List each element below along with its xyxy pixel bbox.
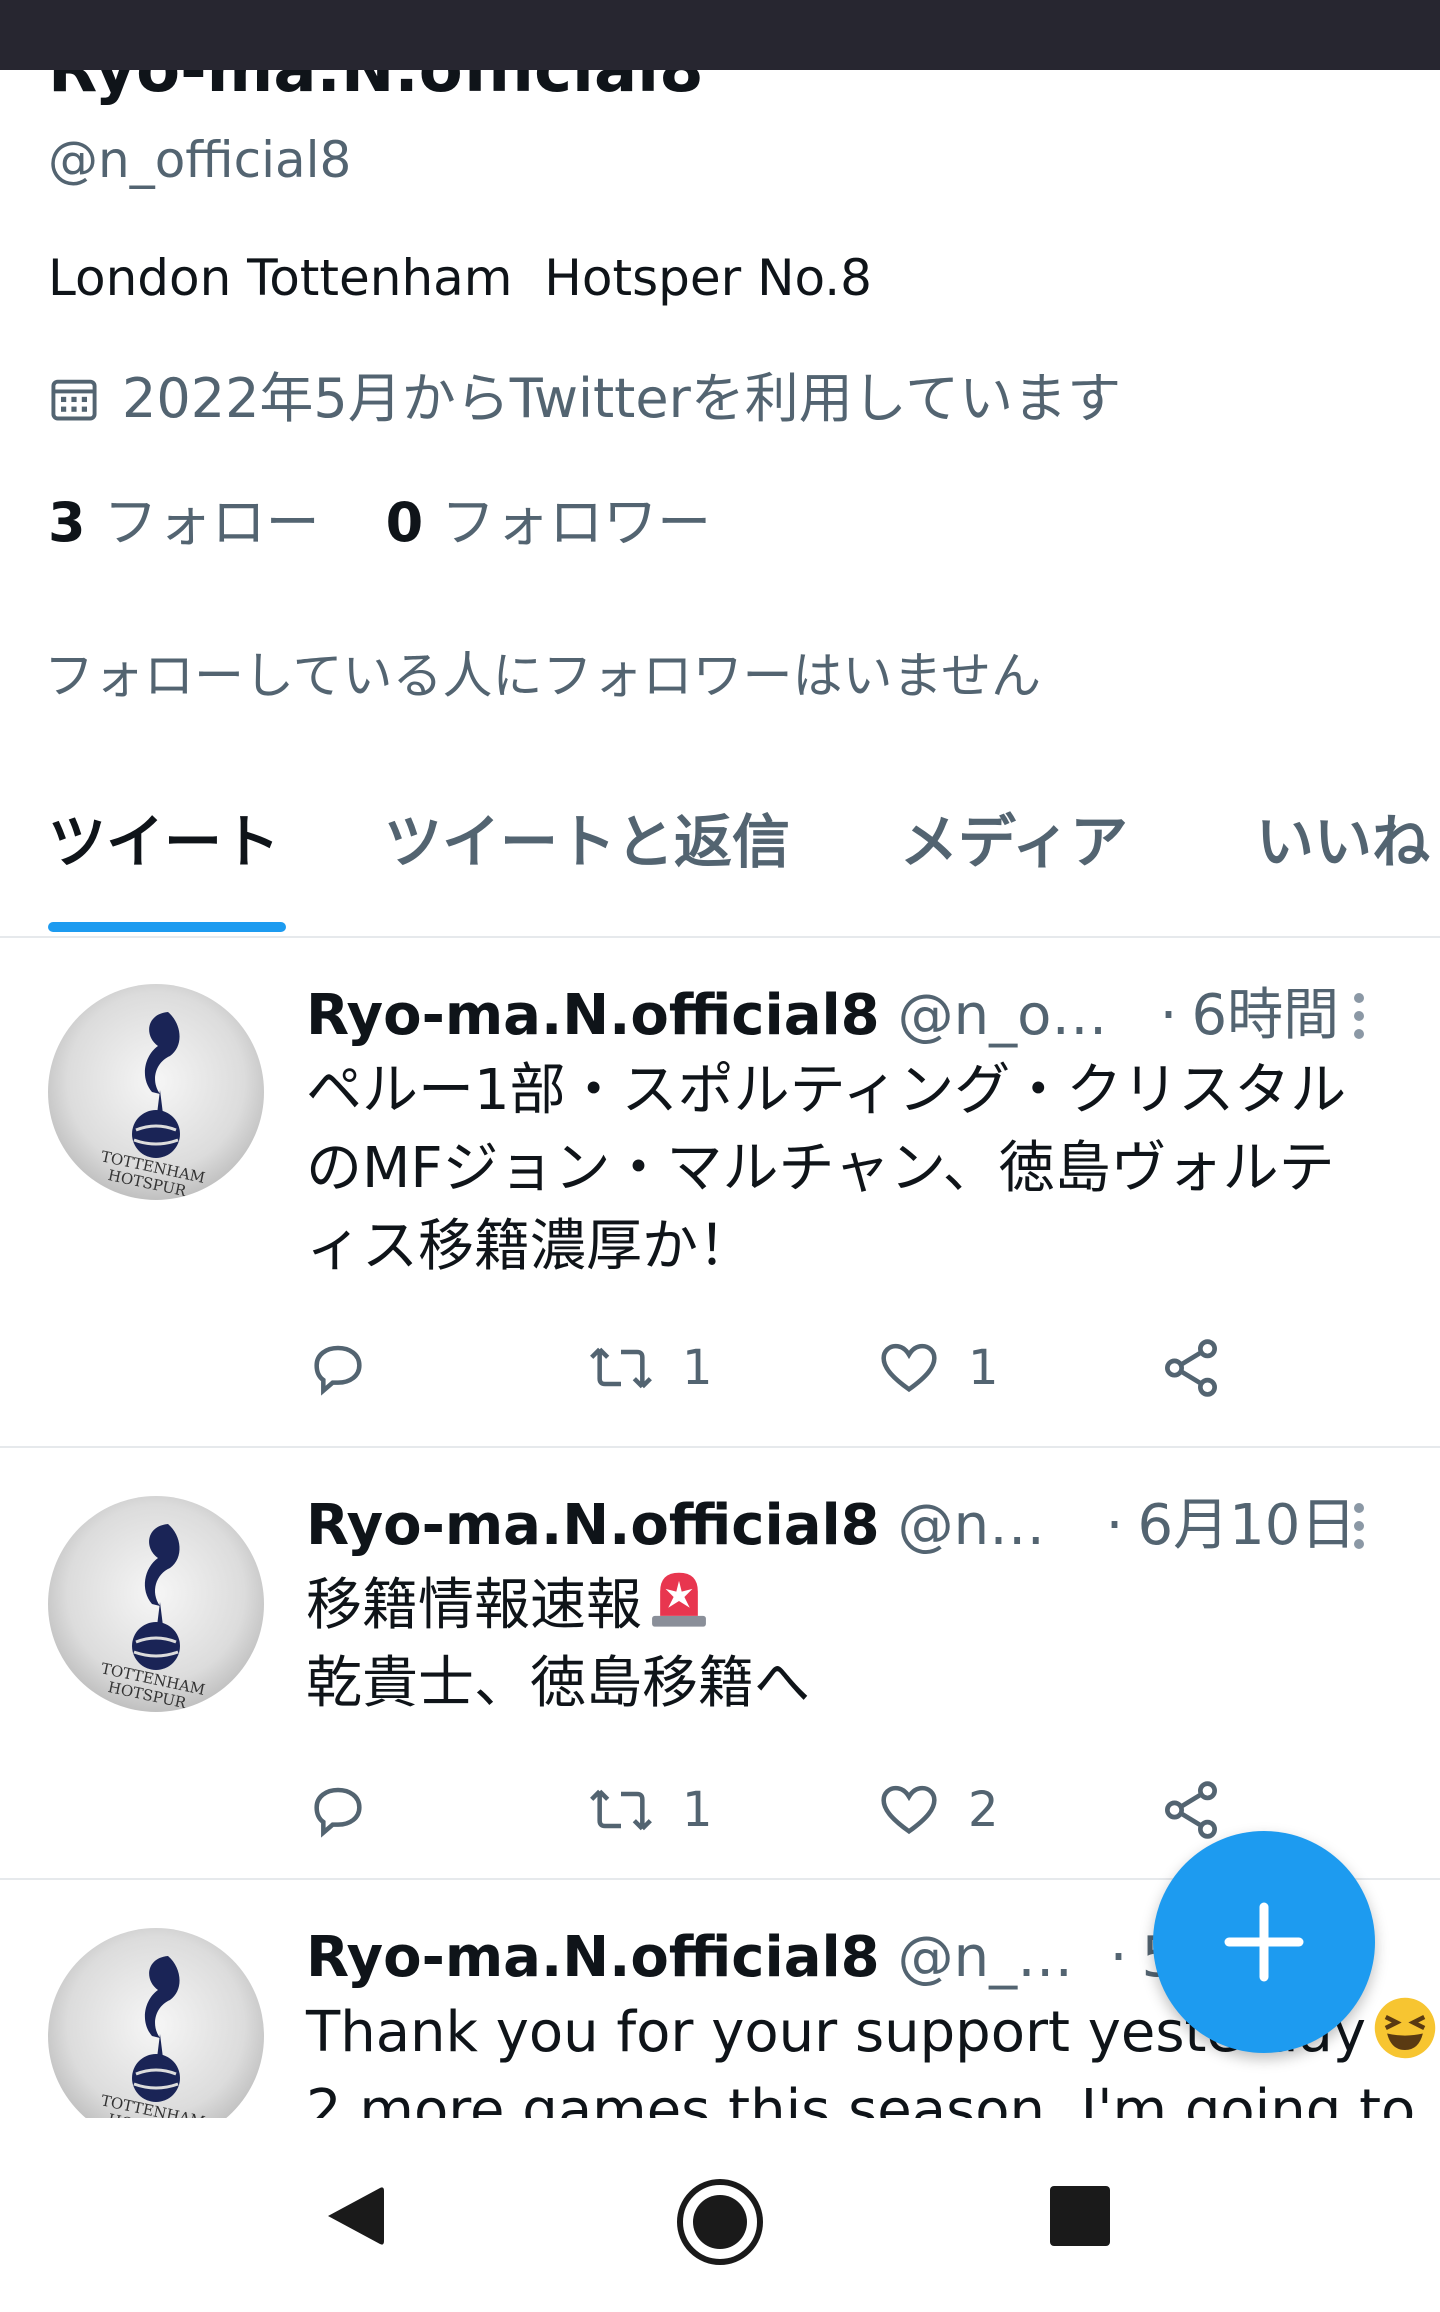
tweet-card[interactable]: TOTTENHAM HOTSPUR Ryo-ma.N.official8 @n_…	[0, 938, 1440, 1446]
tweet-timestamp[interactable]: 6月10日	[1137, 1490, 1356, 1562]
tweet-author-name[interactable]: Ryo-ma.N.official8	[306, 1490, 880, 1562]
following-count: 3	[48, 491, 86, 554]
system-navigation-bar	[0, 2118, 1440, 2312]
avatar[interactable]: TOTTENHAM HOTSPUR	[48, 984, 264, 1200]
reply-icon	[314, 1787, 362, 1838]
share-button[interactable]	[1158, 1328, 1250, 1408]
tweet-author-name[interactable]: Ryo-ma.N.official8	[306, 980, 880, 1052]
tab-media[interactable]: メディア	[900, 802, 1128, 882]
tweet-timestamp[interactable]: 6時間	[1191, 980, 1339, 1052]
tweet-text-line-1: 移籍情報速報	[306, 1573, 642, 1638]
calendar-icon	[51, 379, 97, 421]
tweet-author-handle[interactable]: @n_o...	[898, 1922, 1088, 1994]
profile-tabs: ツイート ツイートと返信 メディア いいね	[0, 792, 1440, 936]
siren-icon	[652, 1572, 706, 1627]
following-label: フォロー	[103, 491, 320, 554]
home-circle-icon[interactable]	[674, 2176, 766, 2268]
heart-icon	[881, 1785, 937, 1835]
followers-count: 0	[385, 491, 424, 554]
reply-button[interactable]	[306, 1770, 396, 1850]
recents-square-icon[interactable]	[1048, 2184, 1112, 2248]
tweet-author-handle[interactable]: @n_offi...	[898, 980, 1138, 1052]
tweet-text: 移籍情報速報 乾貴士、徳島移籍へ	[306, 1562, 1366, 1723]
follow-counts: 3 フォロー 0 フォロワー	[48, 488, 777, 558]
active-tab-indicator	[48, 922, 286, 932]
tweet-header: Ryo-ma.N.official8 @n_offi... · 6時間	[306, 980, 1339, 1052]
tweet-text-line: 移籍情報速報	[306, 1562, 1366, 1645]
club-crest-icon: TOTTENHAM HOTSPUR	[99, 1524, 207, 1712]
retweet-icon	[590, 1789, 652, 1831]
retweet-count: 1	[682, 1340, 713, 1396]
tweet-text-line-2: 2 more games this season. I'm going to	[306, 2078, 1416, 2118]
share-icon	[1165, 1339, 1217, 1397]
tweet-text: ペルー1部・スポルティング・クリスタルのMFジョン・マルチャン、徳島ヴォルティス…	[306, 1058, 1347, 1279]
retweet-icon	[590, 1347, 652, 1389]
avatar[interactable]: TOTTENHAM HOTSPUR	[48, 1928, 264, 2118]
tweet-card[interactable]: TOTTENHAM HOTSPUR Ryo-ma.N.official8 @n_…	[0, 1448, 1440, 1878]
separator-dot: ·	[1159, 983, 1178, 1048]
like-count: 1	[968, 1340, 999, 1396]
club-crest-icon: TOTTENHAM HOTSPUR	[99, 1956, 207, 2118]
retweet-count: 1	[682, 1782, 713, 1838]
back-triangle-icon[interactable]	[322, 2182, 388, 2250]
avatar[interactable]: TOTTENHAM HOTSPUR	[48, 1496, 264, 1712]
reply-button[interactable]	[306, 1328, 396, 1408]
profile-bio: London Tottenham Hotsper No.8	[48, 249, 872, 307]
like-button[interactable]: 2	[876, 1770, 999, 1850]
tweet-header: Ryo-ma.N.official8 @n_o... · 5月	[306, 1922, 1233, 1994]
status-bar	[0, 0, 1440, 70]
mutual-followers-note: フォローしている人にフォロワーはいません	[44, 647, 1041, 705]
following-link[interactable]: 3 フォロー	[48, 488, 320, 558]
reply-icon	[314, 1345, 362, 1396]
tab-likes[interactable]: いいね	[1256, 802, 1430, 882]
tab-tweets[interactable]: ツイート	[48, 802, 280, 882]
joined-date: 2022年5月からTwitterを利用しています	[48, 364, 1121, 434]
followers-link[interactable]: 0 フォロワー	[386, 488, 712, 558]
followers-label: フォロワー	[441, 491, 712, 554]
tweet-author-name[interactable]: Ryo-ma.N.official8	[306, 1922, 880, 1994]
separator-dot: ·	[1109, 1925, 1128, 1990]
compose-tweet-button[interactable]	[1153, 1831, 1375, 2053]
tab-tweets-and-replies[interactable]: ツイートと返信	[384, 802, 790, 882]
more-vertical-icon[interactable]	[1345, 980, 1385, 1052]
separator-dot: ·	[1105, 1493, 1124, 1558]
grinning-squinting-emoji-icon	[1374, 1997, 1436, 2059]
retweet-button[interactable]: 1	[586, 1770, 713, 1850]
like-count: 2	[968, 1782, 999, 1838]
tweet-author-handle[interactable]: @n_...	[898, 1490, 1068, 1562]
more-vertical-icon[interactable]	[1345, 1490, 1385, 1562]
heart-icon	[881, 1343, 937, 1393]
club-crest-icon: TOTTENHAM HOTSPUR	[99, 1012, 207, 1200]
retweet-button[interactable]: 1	[586, 1328, 713, 1408]
tweet-text-line-2: 乾貴士、徳島移籍へ	[306, 1651, 810, 1716]
profile-handle: @n_official8	[48, 131, 352, 189]
tweet-header: Ryo-ma.N.official8 @n_... · 6月10日	[306, 1490, 1356, 1562]
plus-icon	[1224, 1902, 1304, 1982]
like-button[interactable]: 1	[876, 1328, 999, 1408]
joined-text: 2022年5月からTwitterを利用しています	[122, 367, 1122, 430]
tweet-actions: 1 1	[306, 1328, 1306, 1408]
